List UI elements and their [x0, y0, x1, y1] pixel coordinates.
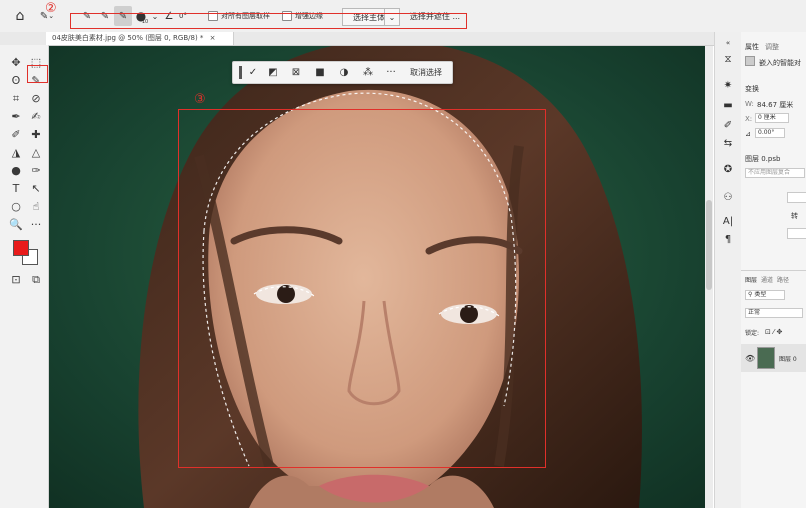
reset-button[interactable] [787, 228, 806, 239]
eye-icon[interactable]: 👁 [745, 354, 755, 363]
hand-tool-icon[interactable]: 🔍 [7, 217, 25, 232]
lasso-tool-icon[interactable]: ʘ [7, 73, 25, 88]
screen-mode-icon[interactable]: ⧉ [27, 272, 45, 287]
path-selection-tool-icon[interactable]: ○ [7, 199, 25, 214]
document-tab-title: 04皮肤美白素材.jpg @ 50% (图层 0, RGB/8) * [52, 34, 204, 42]
bar-grip[interactable] [239, 66, 242, 79]
foreground-color-swatch[interactable] [13, 240, 29, 256]
x-label: X: [745, 115, 753, 123]
layer-thumbnail [757, 347, 775, 369]
tab-properties[interactable]: 属性 [745, 42, 759, 52]
divider [741, 270, 806, 271]
clone-source-icon[interactable]: ⚇ [720, 190, 736, 204]
zoom-tool-icon[interactable]: ··· [27, 217, 45, 232]
lock-icons[interactable]: ⊡ ⁄ ✥ [765, 328, 782, 336]
history-icon[interactable]: ⧖ [720, 52, 736, 66]
annotation-box-options [70, 13, 467, 29]
transform-heading: 变换 [745, 85, 759, 93]
layer-filter-dropdown[interactable]: ⚲ 类型 [745, 290, 785, 300]
color-icon[interactable]: ✷ [720, 78, 736, 92]
search-icon: ⚲ [748, 291, 753, 298]
w-value[interactable]: 84.67 厘米 [757, 100, 793, 110]
brush-tool-icon[interactable]: ✐ [7, 127, 25, 142]
layer-name: 图层 0 [779, 356, 797, 363]
mask-icon[interactable]: ◩ [265, 66, 281, 79]
blend-mode-dropdown[interactable]: 正常 [745, 308, 803, 318]
adjustment-icon[interactable]: ◑ [336, 66, 352, 79]
vertical-scrollbar-thumb[interactable] [706, 200, 712, 290]
paragraph-icon[interactable]: ¶ [720, 232, 736, 246]
angle-icon: ⊿ [745, 130, 751, 138]
select-subject-icon[interactable]: ✓ [245, 66, 261, 79]
close-icon[interactable]: × [210, 34, 216, 42]
deselect-button[interactable]: 取消选择 [405, 66, 447, 79]
rectangle-tool-icon[interactable]: ☝ [27, 199, 45, 214]
contextual-task-bar: ✓ ◩ ⊠ ■ ◑ ⁂ ··· 取消选择 [232, 61, 453, 84]
layer-comp-dropdown[interactable]: 不应用图层复合 [745, 168, 805, 178]
gradient-tool-icon[interactable]: ● [7, 163, 25, 178]
annotation-marker-3: ③ [194, 92, 206, 107]
move-tool-icon[interactable]: ✥ [7, 55, 25, 70]
x-field[interactable]: 0 厘米 [755, 113, 789, 123]
fill-selection-icon[interactable]: ■ [312, 66, 328, 79]
properties-panel: 属性 调整 嵌入的智能对 变换 W: 84.67 厘米 X: 0 厘米 ⊿ 0.… [741, 32, 806, 508]
annotation-box-face [178, 109, 546, 468]
brush-settings-icon[interactable]: ✐ [720, 118, 736, 132]
annotation-marker-2: ② [45, 1, 57, 16]
filter-kind-label: 类型 [754, 291, 767, 298]
document-tab[interactable]: 04皮肤美白素材.jpg @ 50% (图层 0, RGB/8) * × [46, 32, 234, 45]
convert-button[interactable]: 转 [791, 211, 798, 221]
tab-paths[interactable]: 路径 [777, 275, 789, 284]
crop-tool-icon[interactable]: ⌗ [7, 91, 25, 106]
embedded-smart-object-label: 嵌入的智能对 [759, 59, 801, 67]
annotation-box-tool [27, 65, 48, 83]
edit-button[interactable] [787, 192, 806, 203]
collapse-icon[interactable]: « [720, 36, 736, 50]
character-icon[interactable]: A| [720, 214, 736, 228]
type-tool-icon[interactable]: ↖ [27, 181, 45, 196]
tab-adjustments[interactable]: 调整 [765, 42, 779, 52]
layer-file-name: 图层 0.psb [745, 155, 781, 163]
transform-selection-icon[interactable]: ⊠ [288, 66, 304, 79]
healing-brush-tool-icon[interactable]: ✍ [27, 109, 45, 124]
tab-layers[interactable]: 图层 [745, 275, 757, 284]
quick-mask-icon[interactable]: ⊡ [7, 272, 25, 287]
history-brush-tool-icon[interactable]: ◮ [7, 145, 25, 160]
angle-field[interactable]: 0.00° [755, 128, 785, 138]
panel-icon-strip: « ⧖ ✷ ▬ ✐ ⇆ ✪ ⚇ A| ¶ [714, 32, 742, 508]
eyedropper-tool-icon[interactable]: ✒ [7, 109, 25, 124]
home-icon[interactable]: ⌂ [12, 6, 28, 26]
adjust-icon[interactable]: ⇆ [720, 136, 736, 150]
smart-object-icon [745, 56, 755, 66]
styles-icon[interactable]: ✪ [720, 162, 736, 176]
eraser-tool-icon[interactable]: △ [27, 145, 45, 160]
clone-stamp-tool-icon[interactable]: ✚ [27, 127, 45, 142]
swatches-icon[interactable]: ▬ [720, 98, 736, 112]
more-options-icon[interactable]: ··· [383, 66, 399, 79]
lock-label: 锁定: [745, 330, 760, 337]
dodge-tool-icon[interactable]: ✑ [27, 163, 45, 178]
pen-tool-icon[interactable]: T [7, 181, 25, 196]
w-label: W: [745, 100, 754, 108]
generative-fill-icon[interactable]: ⁂ [360, 66, 376, 79]
tab-channels[interactable]: 通道 [761, 275, 773, 284]
frame-tool-icon[interactable]: ⊘ [27, 91, 45, 106]
